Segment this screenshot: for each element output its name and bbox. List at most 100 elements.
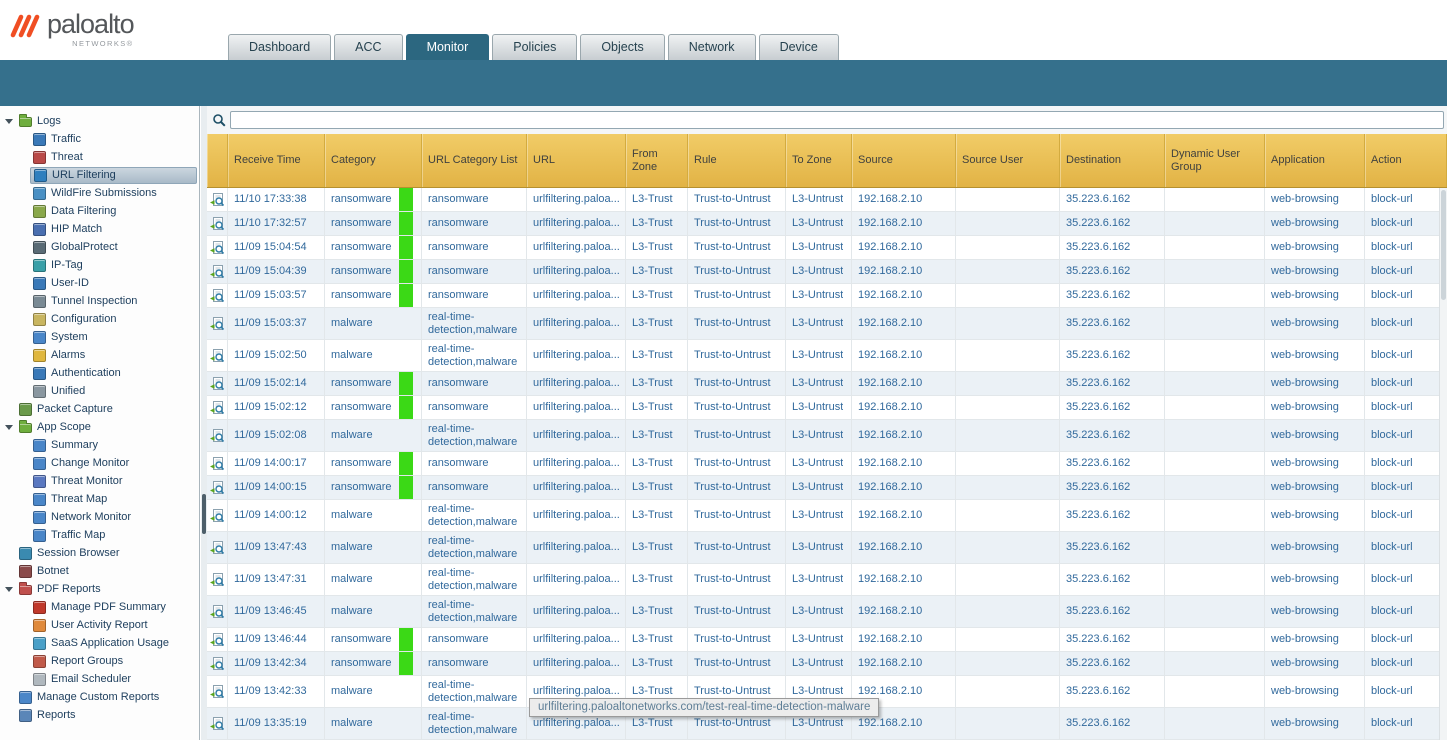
cell-url_category_list: ransomware bbox=[422, 284, 527, 307]
sidebar-item-pdf-reports[interactable]: PDF Reports bbox=[0, 580, 199, 598]
sidebar-item-manage-custom-reports[interactable]: Manage Custom Reports bbox=[0, 688, 199, 706]
table-row[interactable]: 11/09 14:00:12malwarereal-time-detection… bbox=[207, 500, 1447, 532]
table-row[interactable]: 11/09 15:02:12ransomwareransomwareurlfil… bbox=[207, 396, 1447, 420]
scrollbar-thumb[interactable] bbox=[1441, 190, 1446, 300]
log-detail-icon[interactable] bbox=[210, 289, 225, 303]
sidebar-item-data-filtering[interactable]: Data Filtering bbox=[0, 202, 199, 220]
sidebar-item-manage-pdf-summary[interactable]: Manage PDF Summary bbox=[0, 598, 199, 616]
log-detail-icon[interactable] bbox=[210, 573, 225, 587]
column-header-source_user[interactable]: Source User bbox=[956, 134, 1060, 187]
sidebar-item-packet-capture[interactable]: Packet Capture bbox=[0, 400, 199, 418]
sidebar-item-app-scope[interactable]: App Scope bbox=[0, 418, 199, 436]
table-row[interactable]: 11/09 13:46:44ransomwareransomwareurlfil… bbox=[207, 628, 1447, 652]
sidebar-item-threat-map[interactable]: Threat Map bbox=[0, 490, 199, 508]
expander-icon[interactable] bbox=[4, 112, 16, 130]
sidebar-item-report-groups[interactable]: Report Groups bbox=[0, 652, 199, 670]
table-row[interactable]: 11/09 15:02:14ransomwareransomwareurlfil… bbox=[207, 372, 1447, 396]
log-detail-icon[interactable] bbox=[210, 429, 225, 443]
sidebar-item-logs[interactable]: Logs bbox=[0, 112, 199, 130]
table-row[interactable]: 11/09 13:47:43malwarereal-time-detection… bbox=[207, 532, 1447, 564]
sidebar-item-wildfire-submissions[interactable]: WildFire Submissions bbox=[0, 184, 199, 202]
table-row[interactable]: 11/09 14:00:15ransomwareransomwareurlfil… bbox=[207, 476, 1447, 500]
sidebar-item-summary[interactable]: Summary bbox=[0, 436, 199, 454]
splitter-handle[interactable] bbox=[202, 494, 206, 534]
table-row[interactable]: 11/09 15:02:08malwarereal-time-detection… bbox=[207, 420, 1447, 452]
tab-monitor[interactable]: Monitor bbox=[406, 34, 490, 60]
sidebar-item-reports[interactable]: Reports bbox=[0, 706, 199, 724]
sidebar-item-hip-match[interactable]: HIP Match bbox=[0, 220, 199, 238]
sidebar-item-saas-application-usage[interactable]: SaaS Application Usage bbox=[0, 634, 199, 652]
table-row[interactable]: 11/09 13:46:45malwarereal-time-detection… bbox=[207, 596, 1447, 628]
sidebar-item-tunnel-inspection[interactable]: Tunnel Inspection bbox=[0, 292, 199, 310]
table-row[interactable]: 11/09 15:04:54ransomwareransomwareurlfil… bbox=[207, 236, 1447, 260]
column-header-application[interactable]: Application bbox=[1265, 134, 1365, 187]
sidebar-item-authentication[interactable]: Authentication bbox=[0, 364, 199, 382]
table-row[interactable]: 11/10 17:32:57ransomwareransomwareurlfil… bbox=[207, 212, 1447, 236]
table-row[interactable]: 11/10 17:33:38ransomwareransomwareurlfil… bbox=[207, 188, 1447, 212]
column-header-from_zone[interactable]: From Zone bbox=[626, 134, 688, 187]
log-filter-input[interactable] bbox=[230, 111, 1444, 129]
log-detail-icon[interactable] bbox=[210, 717, 225, 731]
expander-icon[interactable] bbox=[4, 418, 16, 436]
sidebar-item-email-scheduler[interactable]: Email Scheduler bbox=[0, 670, 199, 688]
column-header-action[interactable]: Action bbox=[1365, 134, 1447, 187]
log-detail-icon[interactable] bbox=[210, 685, 225, 699]
column-header-url_category_list[interactable]: URL Category List bbox=[422, 134, 527, 187]
log-detail-icon[interactable] bbox=[210, 541, 225, 555]
log-detail-icon[interactable] bbox=[210, 457, 225, 471]
log-detail-icon[interactable] bbox=[210, 377, 225, 391]
sidebar-item-threat[interactable]: Threat bbox=[0, 148, 199, 166]
sidebar-item-ip-tag[interactable]: IP-Tag bbox=[0, 256, 199, 274]
sidebar-item-unified[interactable]: Unified bbox=[0, 382, 199, 400]
log-detail-icon[interactable] bbox=[210, 657, 225, 671]
log-detail-icon[interactable] bbox=[210, 317, 225, 331]
tab-policies[interactable]: Policies bbox=[492, 34, 577, 60]
log-detail-icon[interactable] bbox=[210, 193, 225, 207]
log-detail-icon[interactable] bbox=[210, 349, 225, 363]
sidebar-item-alarms[interactable]: Alarms bbox=[0, 346, 199, 364]
tab-objects[interactable]: Objects bbox=[580, 34, 664, 60]
table-row[interactable]: 11/09 14:00:17ransomwareransomwareurlfil… bbox=[207, 452, 1447, 476]
table-row[interactable]: 11/09 13:47:31malwarereal-time-detection… bbox=[207, 564, 1447, 596]
log-detail-icon[interactable] bbox=[210, 217, 225, 231]
column-header-dynamic_user_group[interactable]: Dynamic User Group bbox=[1165, 134, 1265, 187]
sidebar-item-globalprotect[interactable]: GlobalProtect bbox=[0, 238, 199, 256]
log-detail-icon[interactable] bbox=[210, 633, 225, 647]
log-detail-icon[interactable] bbox=[210, 509, 225, 523]
log-detail-icon[interactable] bbox=[210, 241, 225, 255]
sidebar-item-user-activity-report[interactable]: User Activity Report bbox=[0, 616, 199, 634]
table-row[interactable]: 11/09 15:02:50malwarereal-time-detection… bbox=[207, 340, 1447, 372]
sidebar-item-network-monitor[interactable]: Network Monitor bbox=[0, 508, 199, 526]
table-row[interactable]: 11/09 13:42:34ransomwareransomwareurlfil… bbox=[207, 652, 1447, 676]
sidebar-item-change-monitor[interactable]: Change Monitor bbox=[0, 454, 199, 472]
sidebar-item-traffic[interactable]: Traffic bbox=[0, 130, 199, 148]
column-header-category[interactable]: Category bbox=[325, 134, 422, 187]
sidebar-item-threat-monitor[interactable]: Threat Monitor bbox=[0, 472, 199, 490]
sidebar-item-traffic-map[interactable]: Traffic Map bbox=[0, 526, 199, 544]
log-detail-icon[interactable] bbox=[210, 265, 225, 279]
sidebar-item-configuration[interactable]: Configuration bbox=[0, 310, 199, 328]
table-row[interactable]: 11/09 15:03:57ransomwareransomwareurlfil… bbox=[207, 284, 1447, 308]
column-header-rule[interactable]: Rule bbox=[688, 134, 786, 187]
log-detail-icon[interactable] bbox=[210, 605, 225, 619]
sidebar-item-session-browser[interactable]: Session Browser bbox=[0, 544, 199, 562]
log-detail-icon[interactable] bbox=[210, 401, 225, 415]
tab-dashboard[interactable]: Dashboard bbox=[228, 34, 331, 60]
sidebar-item-user-id[interactable]: User-ID bbox=[0, 274, 199, 292]
column-header-destination[interactable]: Destination bbox=[1060, 134, 1165, 187]
table-row[interactable]: 11/09 15:03:37malwarereal-time-detection… bbox=[207, 308, 1447, 340]
tab-network[interactable]: Network bbox=[668, 34, 756, 60]
column-header-source[interactable]: Source bbox=[852, 134, 956, 187]
sidebar-item-botnet[interactable]: Botnet bbox=[0, 562, 199, 580]
column-header-url[interactable]: URL bbox=[527, 134, 626, 187]
expander-icon[interactable] bbox=[4, 580, 16, 598]
sidebar-item-system[interactable]: System bbox=[0, 328, 199, 346]
sidebar-item-url-filtering[interactable]: URL Filtering bbox=[0, 166, 199, 184]
column-header-to_zone[interactable]: To Zone bbox=[786, 134, 852, 187]
vertical-scrollbar[interactable] bbox=[1439, 188, 1447, 740]
log-detail-icon[interactable] bbox=[210, 481, 225, 495]
tab-acc[interactable]: ACC bbox=[334, 34, 402, 60]
tab-device[interactable]: Device bbox=[759, 34, 839, 60]
table-row[interactable]: 11/09 15:04:39ransomwareransomwareurlfil… bbox=[207, 260, 1447, 284]
column-header-receive_time[interactable]: Receive Time bbox=[228, 134, 325, 187]
